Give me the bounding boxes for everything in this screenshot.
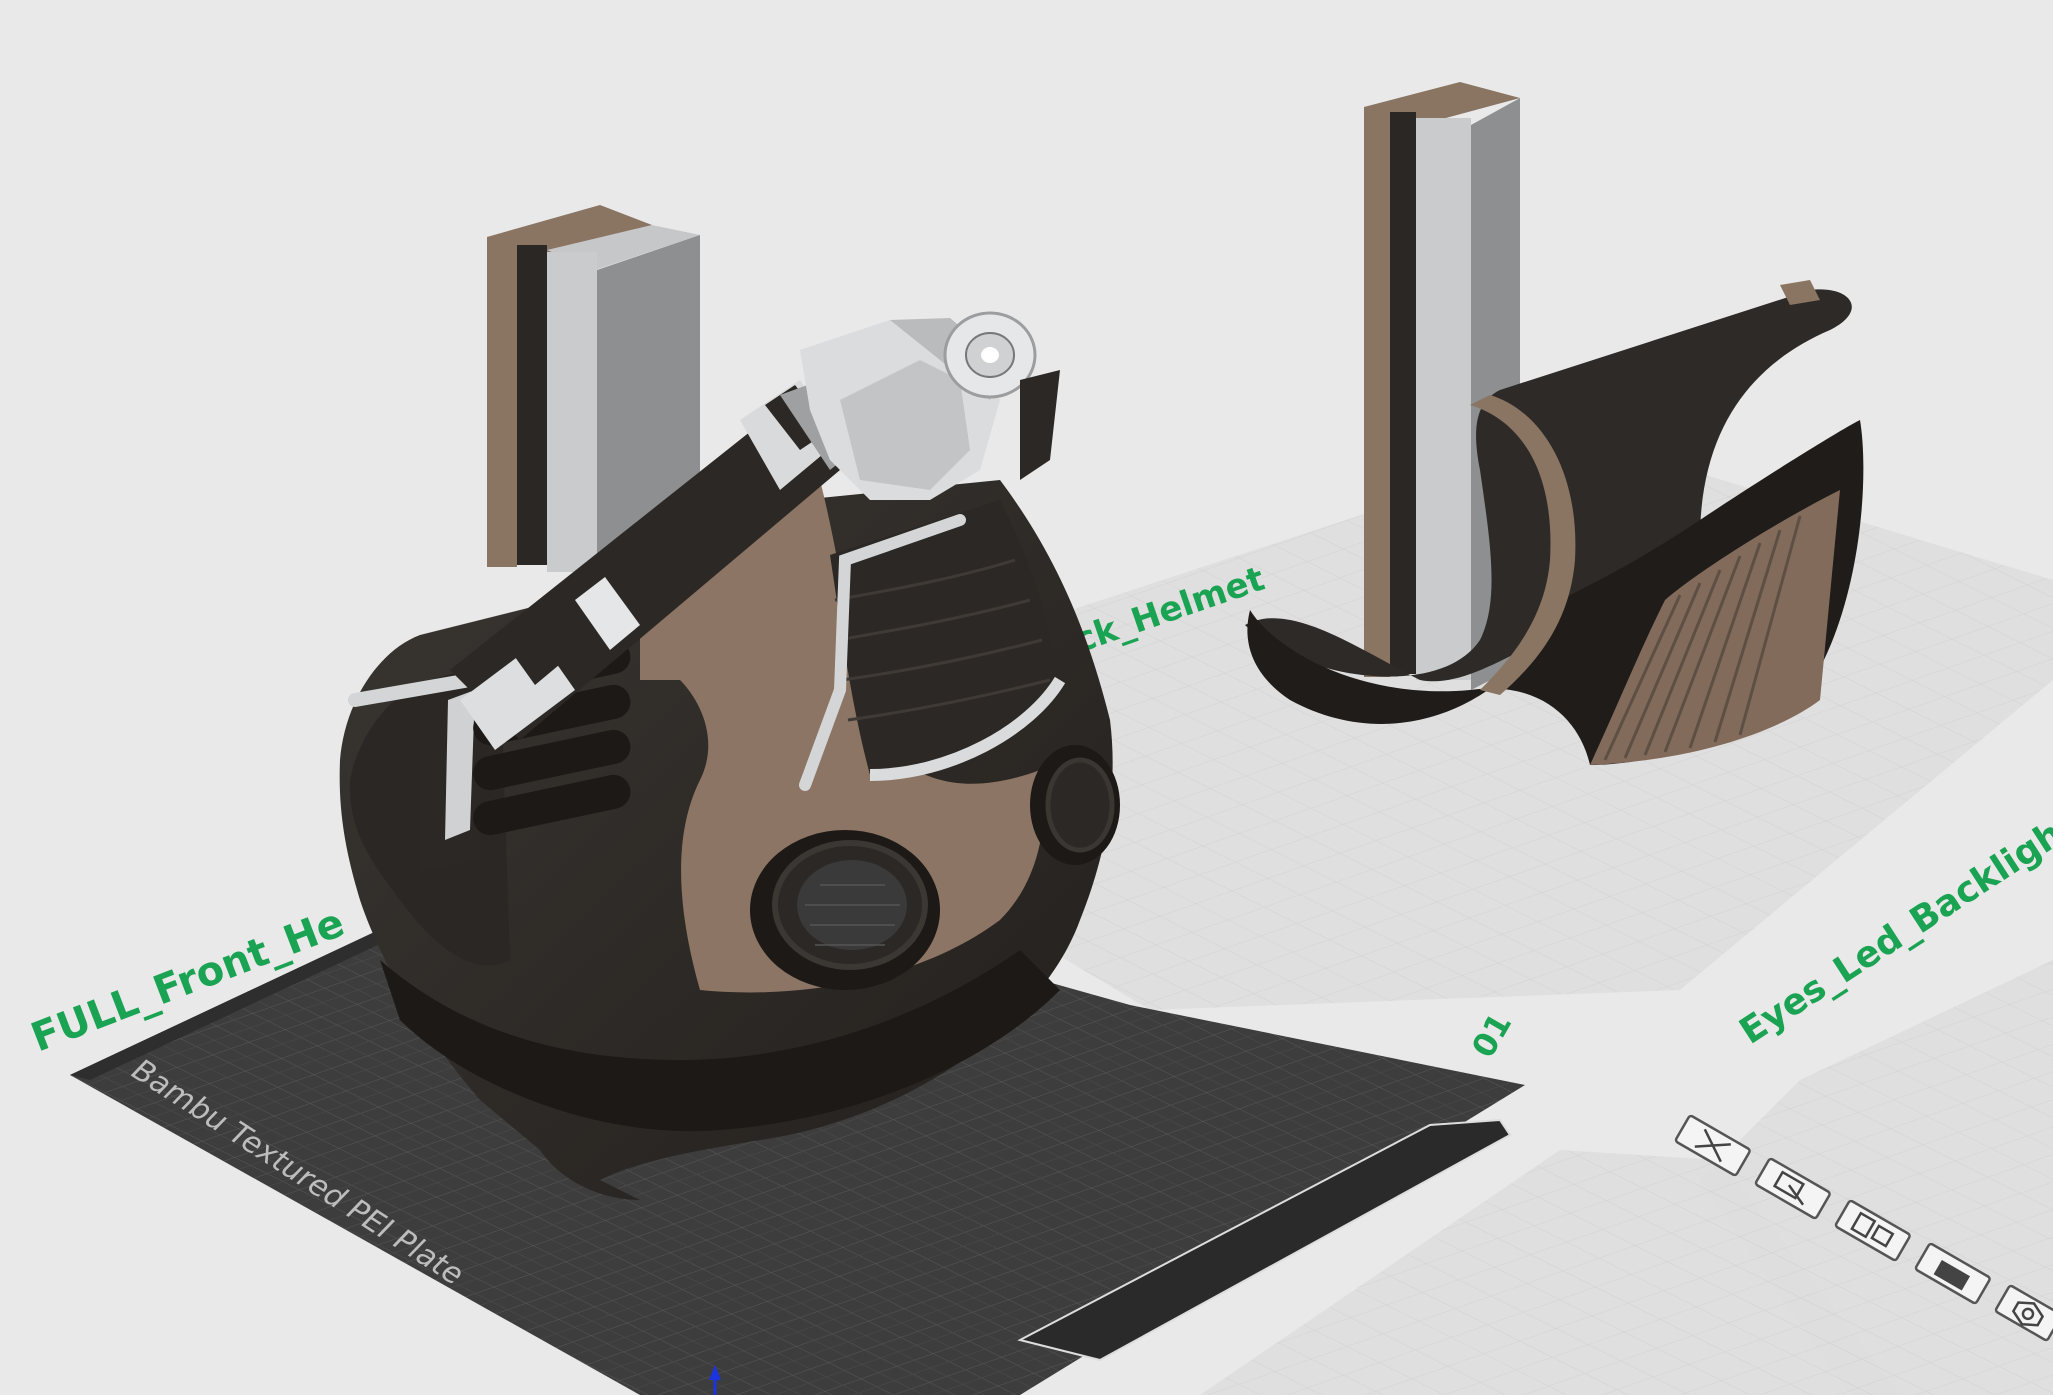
3d-viewport[interactable]: Bambu Textured PEI Plate FULL_Front_He a…	[0, 0, 2053, 1395]
plate-number: 01	[1464, 1006, 1519, 1064]
valve-assembly	[800, 311, 1060, 500]
right-filter	[1030, 745, 1120, 865]
center-filter	[750, 830, 940, 990]
model-back-helmet[interactable]	[1245, 280, 1864, 765]
